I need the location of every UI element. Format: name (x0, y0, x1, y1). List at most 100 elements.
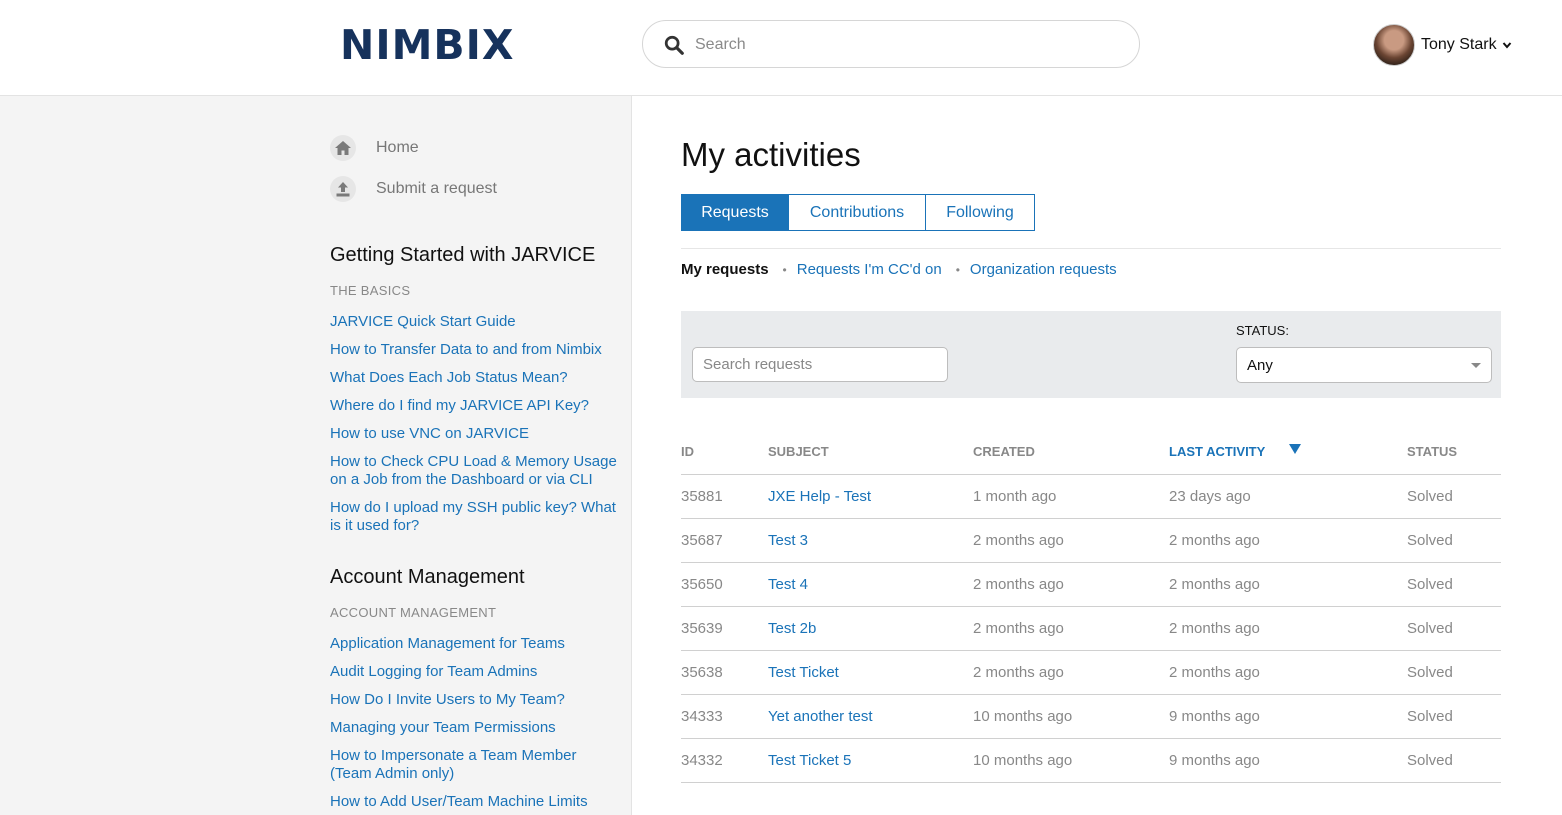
header-created[interactable]: CREATED (973, 444, 1035, 459)
cell-created: 2 months ago (973, 620, 1064, 637)
cell-subject-link[interactable]: Test 2b (768, 620, 816, 637)
global-search[interactable] (642, 20, 1140, 68)
user-menu[interactable]: Tony Stark (1373, 23, 1512, 67)
table-row: 34332 Test Ticket 5 10 months ago 9 mont… (681, 739, 1501, 783)
cell-last-activity: 2 months ago (1169, 576, 1260, 593)
article-link[interactable]: JARVICE Quick Start Guide (330, 313, 620, 331)
separator-dot: • (782, 262, 787, 277)
avatar[interactable] (1373, 24, 1415, 66)
cell-created: 2 months ago (973, 532, 1064, 549)
cell-created: 2 months ago (973, 576, 1064, 593)
search-requests-box[interactable] (692, 347, 948, 382)
cell-last-activity: 2 months ago (1169, 532, 1260, 549)
cell-subject-link[interactable]: Test 4 (768, 576, 808, 593)
table-row: 35650 Test 4 2 months ago 2 months ago S… (681, 563, 1501, 607)
header-last-activity[interactable]: LAST ACTIVITY (1169, 444, 1265, 459)
sort-descending-icon[interactable] (1289, 444, 1301, 454)
article-link[interactable]: How to Transfer Data to and from Nimbix (330, 341, 620, 359)
upload-icon (330, 176, 356, 202)
cell-id: 35881 (681, 488, 723, 505)
cell-status: Solved (1407, 664, 1453, 681)
cell-status: Solved (1407, 708, 1453, 725)
divider (681, 248, 1501, 249)
status-select[interactable]: Any (1236, 347, 1492, 383)
cell-created: 10 months ago (973, 708, 1073, 725)
tab-contributions[interactable]: Contributions (789, 194, 926, 231)
article-link[interactable]: How Do I Invite Users to My Team? (330, 691, 620, 709)
status-label: STATUS: (1236, 323, 1289, 338)
sidebar-item-home[interactable]: Home (330, 135, 419, 161)
cell-status: Solved (1407, 576, 1453, 593)
status-select-value: Any (1247, 357, 1273, 374)
article-link[interactable]: Application Management for Teams (330, 635, 620, 653)
table-header: ID SUBJECT CREATED LAST ACTIVITY STATUS (681, 430, 1501, 475)
table-row: 34333 Yet another test 10 months ago 9 m… (681, 695, 1501, 739)
cell-subject-link[interactable]: JXE Help - Test (768, 488, 871, 505)
section-subtitle: THE BASICS (330, 283, 411, 298)
subnav-my-requests: My requests (681, 261, 769, 278)
cell-status: Solved (1407, 752, 1453, 769)
requests-table: ID SUBJECT CREATED LAST ACTIVITY STATUS … (681, 430, 1501, 783)
cell-created: 10 months ago (973, 752, 1073, 769)
home-icon (330, 135, 356, 161)
cell-created: 1 month ago (973, 488, 1057, 505)
request-subnav: My requests • Requests I'm CC'd on • Org… (681, 261, 1117, 278)
cell-id: 34332 (681, 752, 723, 769)
sidebar-item-submit-request[interactable]: Submit a request (330, 176, 497, 202)
article-link[interactable]: How to Check CPU Load & Memory Usage on … (330, 453, 620, 489)
user-name[interactable]: Tony Stark (1421, 36, 1497, 54)
cell-created: 2 months ago (973, 664, 1064, 681)
table-row: 35687 Test 3 2 months ago 2 months ago S… (681, 519, 1501, 563)
cell-status: Solved (1407, 488, 1453, 505)
cell-subject-link[interactable]: Test Ticket (768, 664, 839, 681)
table-row: 35638 Test Ticket 2 months ago 2 months … (681, 651, 1501, 695)
site-header: NIMBIX Tony Stark (0, 0, 1562, 96)
activity-tabs: Requests Contributions Following (681, 194, 1035, 231)
cell-id: 34333 (681, 708, 723, 725)
table-row: 35639 Test 2b 2 months ago 2 months ago … (681, 607, 1501, 651)
cell-status: Solved (1407, 620, 1453, 637)
search-requests-input[interactable] (693, 348, 947, 381)
separator-dot: • (955, 262, 960, 277)
header-status[interactable]: STATUS (1407, 444, 1457, 459)
sidebar-item-label: Home (376, 139, 419, 156)
header-id[interactable]: ID (681, 444, 694, 459)
article-link[interactable]: Managing your Team Permissions (330, 719, 620, 737)
cell-id: 35639 (681, 620, 723, 637)
subnav-organization-requests[interactable]: Organization requests (970, 261, 1117, 278)
article-link[interactable]: How to use VNC on JARVICE (330, 425, 620, 443)
tab-following[interactable]: Following (926, 194, 1035, 231)
section-title: Account Management (330, 566, 525, 588)
cell-last-activity: 2 months ago (1169, 664, 1260, 681)
sidebar-item-label: Submit a request (376, 180, 497, 197)
chevron-down-icon[interactable] (1502, 40, 1512, 50)
article-link[interactable]: Audit Logging for Team Admins (330, 663, 620, 681)
cell-subject-link[interactable]: Yet another test (768, 708, 873, 725)
cell-id: 35687 (681, 532, 723, 549)
section-title: Getting Started with JARVICE (330, 244, 596, 266)
cell-subject-link[interactable]: Test 3 (768, 532, 808, 549)
cell-status: Solved (1407, 532, 1453, 549)
cell-last-activity: 9 months ago (1169, 752, 1260, 769)
article-link[interactable]: What Does Each Job Status Mean? (330, 369, 620, 387)
cell-last-activity: 23 days ago (1169, 488, 1251, 505)
tab-requests[interactable]: Requests (681, 194, 789, 231)
header-subject[interactable]: SUBJECT (768, 444, 829, 459)
article-link[interactable]: Where do I find my JARVICE API Key? (330, 397, 620, 415)
page-title: My activities (681, 136, 861, 173)
search-input[interactable] (693, 31, 1117, 59)
search-icon (664, 35, 684, 55)
section-subtitle: ACCOUNT MANAGEMENT (330, 605, 497, 620)
subnav-cc-requests[interactable]: Requests I'm CC'd on (797, 261, 942, 278)
article-link[interactable]: How to Impersonate a Team Member (Team A… (330, 747, 620, 783)
article-link[interactable]: How to Add User/Team Machine Limits (330, 793, 620, 811)
caret-down-icon (1471, 363, 1481, 368)
sidebar: Home Submit a request Getting Started wi… (0, 96, 632, 815)
cell-subject-link[interactable]: Test Ticket 5 (768, 752, 851, 769)
cell-last-activity: 2 months ago (1169, 620, 1260, 637)
nimbix-logo[interactable]: NIMBIX (340, 24, 514, 66)
article-link[interactable]: How do I upload my SSH public key? What … (330, 499, 620, 535)
request-filter-bar: STATUS: Any (681, 311, 1501, 398)
cell-last-activity: 9 months ago (1169, 708, 1260, 725)
table-row: 35881 JXE Help - Test 1 month ago 23 day… (681, 475, 1501, 519)
